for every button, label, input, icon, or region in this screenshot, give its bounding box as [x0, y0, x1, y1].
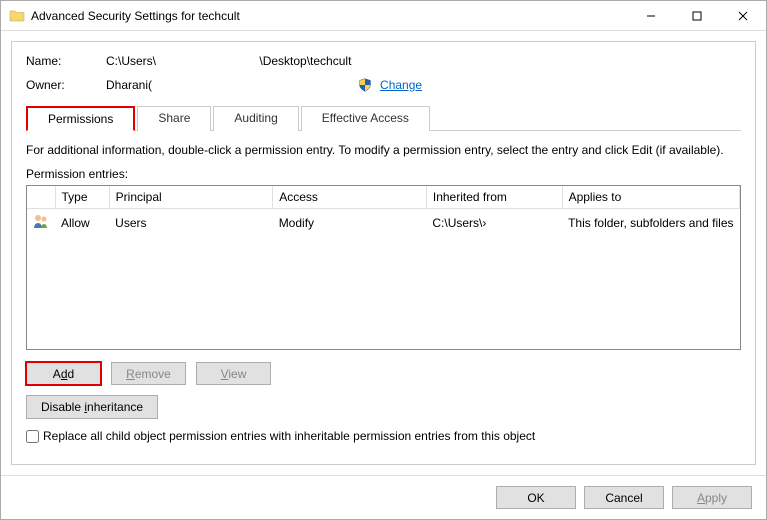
content-area: Name: C:\Users\ \Desktop\techcult Owner:…: [11, 41, 756, 465]
info-grid: Name: C:\Users\ \Desktop\techcult Owner:…: [26, 54, 741, 92]
window-title: Advanced Security Settings for techcult: [31, 9, 628, 23]
cell-applies: This folder, subfolders and files: [562, 209, 739, 237]
owner-value: Dharani(: [106, 78, 152, 92]
maximize-button[interactable]: [674, 1, 720, 31]
col-principal[interactable]: Principal: [109, 186, 273, 209]
col-icon[interactable]: [27, 186, 55, 209]
row-icon-cell: [27, 209, 55, 237]
description-text: For additional information, double-click…: [26, 143, 741, 157]
permission-table: Type Principal Access Inherited from App…: [26, 185, 741, 350]
replace-checkbox-row[interactable]: Replace all child object permission entr…: [26, 429, 741, 443]
add-button[interactable]: Add: [26, 362, 101, 385]
footer-buttons: OK Cancel Apply: [1, 475, 766, 519]
folder-icon: [9, 8, 25, 24]
inheritance-row: Disable inheritance: [26, 395, 741, 429]
tab-auditing[interactable]: Auditing: [213, 106, 298, 131]
table-row[interactable]: Allow Users Modify C:\Users\› This folde…: [27, 209, 740, 237]
tab-effective-access[interactable]: Effective Access: [301, 106, 430, 131]
cell-access: Modify: [273, 209, 427, 237]
titlebar: Advanced Security Settings for techcult: [1, 1, 766, 31]
cancel-button[interactable]: Cancel: [584, 486, 664, 509]
disable-inheritance-button[interactable]: Disable inheritance: [26, 395, 158, 419]
name-value: C:\Users\ \Desktop\techcult: [106, 54, 741, 68]
tabs: Permissions Share Auditing Effective Acc…: [26, 106, 741, 131]
col-applies[interactable]: Applies to: [562, 186, 739, 209]
shield-icon: [358, 78, 372, 92]
replace-checkbox[interactable]: [26, 430, 39, 443]
close-button[interactable]: [720, 1, 766, 31]
view-button: View: [196, 362, 271, 385]
cell-type: Allow: [55, 209, 109, 237]
replace-checkbox-label: Replace all child object permission entr…: [43, 429, 535, 443]
action-buttons: Add Remove View: [26, 362, 741, 385]
col-access[interactable]: Access: [273, 186, 427, 209]
col-inherited[interactable]: Inherited from: [426, 186, 562, 209]
apply-button: Apply: [672, 486, 752, 509]
change-owner-link[interactable]: Change: [380, 78, 422, 92]
minimize-button[interactable]: [628, 1, 674, 31]
name-label: Name:: [26, 54, 106, 68]
entries-label: Permission entries:: [26, 167, 741, 181]
remove-button: Remove: [111, 362, 186, 385]
owner-row: Dharani( Change: [106, 78, 741, 92]
tab-share[interactable]: Share: [137, 106, 211, 131]
cell-principal: Users: [109, 209, 273, 237]
table-header-row: Type Principal Access Inherited from App…: [27, 186, 740, 209]
owner-label: Owner:: [26, 78, 106, 92]
users-icon: [33, 218, 49, 232]
col-type[interactable]: Type: [55, 186, 109, 209]
cell-inherited: C:\Users\›: [426, 209, 562, 237]
tab-permissions[interactable]: Permissions: [26, 106, 135, 131]
window: Advanced Security Settings for techcult …: [0, 0, 767, 520]
ok-button[interactable]: OK: [496, 486, 576, 509]
